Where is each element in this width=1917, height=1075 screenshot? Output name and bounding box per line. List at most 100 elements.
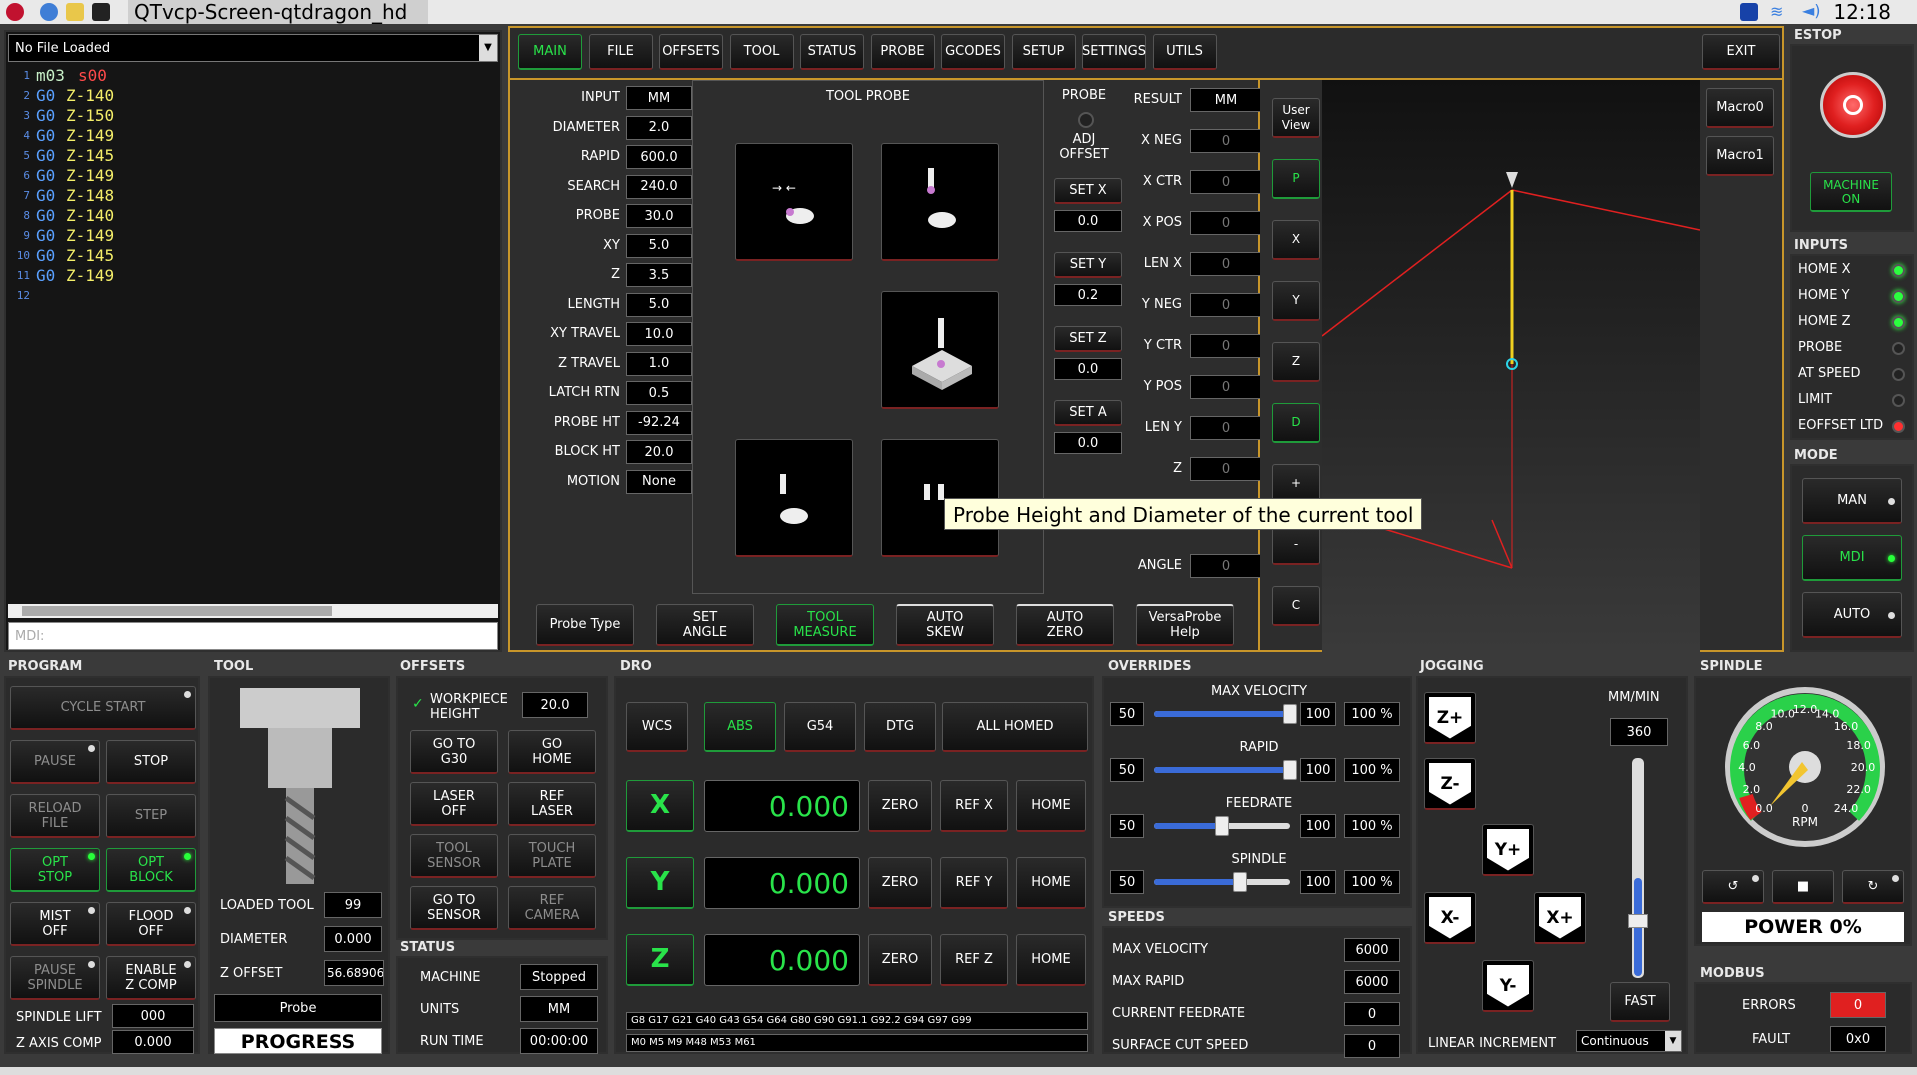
fast-button[interactable]: FAST [1610,982,1670,1022]
chevron-down-icon[interactable]: ▼ [1665,1031,1681,1051]
tab-tool[interactable]: TOOL [729,34,794,70]
gcode-line[interactable]: 2 G0 Z-140 [8,86,498,106]
pause-spindle-button[interactable]: PAUSE SPINDLE [10,956,100,1000]
param-rapid-input[interactable]: 600.0 [626,145,692,169]
increment-select[interactable]: Continuous ▼ [1576,1030,1682,1052]
folder-icon[interactable] [66,3,84,21]
view-z-button[interactable]: Z [1272,342,1320,382]
volume-icon[interactable]: ◄) [1802,1,1821,20]
opt-block-button[interactable]: OPT BLOCK [106,848,196,892]
probe-tile-block[interactable] [881,291,999,409]
axis-y-label[interactable]: Y [626,857,694,909]
cycle-start-button[interactable]: CYCLE START [10,686,196,730]
tab-status[interactable]: STATUS [800,34,864,70]
tool-sensor-button[interactable]: TOOL SENSOR [410,834,498,878]
set-a-button[interactable]: SET A [1054,400,1122,426]
param-xy-input[interactable]: 5.0 [626,233,692,258]
spindle-cw-button[interactable]: ↻ [1842,870,1904,904]
check-icon[interactable]: ✓ [412,696,424,712]
param-diameter-input[interactable]: 2.0 [626,115,692,140]
window-title[interactable]: QTvcp-Screen-qtdragon_hd [128,0,428,24]
gcode-line[interactable]: 3 G0 Z-150 [8,106,498,126]
axis-z-label[interactable]: Z [626,934,694,986]
ref-camera-button[interactable]: REF CAMERA [508,886,596,930]
jog-rate-value[interactable]: 360 [1610,718,1668,746]
g54-button[interactable]: G54 [784,702,856,752]
ref-y-button[interactable]: REF Y [940,857,1008,909]
go-home-button[interactable]: GO HOME [508,730,596,774]
jog-y-plus-button[interactable]: Y+ [1482,824,1534,876]
macro0-button[interactable]: Macro0 [1706,88,1774,128]
wcs-button[interactable]: WCS [626,702,688,752]
param-xy-travel-input[interactable]: 10.0 [626,322,692,346]
param-length-input[interactable]: 5.0 [626,292,692,317]
tab-probe[interactable]: PROBE [870,34,935,70]
set-z-value[interactable]: 0.0 [1054,358,1122,380]
zero-y-button[interactable]: ZERO [868,857,932,909]
set-x-value[interactable]: 0.0 [1054,210,1122,232]
goto-sensor-button[interactable]: GO TO SENSOR [410,886,498,930]
tab-file[interactable]: FILE [588,34,653,70]
spindle-ccw-button[interactable]: ↺ [1702,870,1764,904]
jog-x-plus-button[interactable]: X+ [1534,892,1586,944]
set-z-button[interactable]: SET Z [1054,326,1122,352]
goto-g30-button[interactable]: GO TO G30 [410,730,498,774]
pause-button[interactable]: PAUSE [10,740,100,784]
workpiece-height-value[interactable]: 20.0 [522,692,588,718]
set-y-value[interactable]: 0.2 [1054,284,1122,306]
axis-x-label[interactable]: X [626,780,694,832]
param-latch-rtn-input[interactable]: 0.5 [626,381,692,405]
ref-laser-button[interactable]: REF LASER [508,782,596,826]
laser-off-button[interactable]: LASER OFF [410,782,498,826]
jog-x-minus-button[interactable]: X- [1424,892,1476,944]
horizontal-scrollbar[interactable] [8,604,498,618]
wifi-icon[interactable]: ≋ [1770,2,1783,21]
set-a-value[interactable]: 0.0 [1054,432,1122,454]
jog-z-minus-button[interactable]: Z- [1424,758,1476,810]
preview-3d[interactable] [1321,80,1701,652]
tab-gcodes[interactable]: GCODES [941,34,1005,70]
flood-button[interactable]: FLOOD OFF [106,902,196,946]
probe-auto-skew-button[interactable]: AUTO SKEW [896,604,994,646]
set-y-button[interactable]: SET Y [1054,252,1122,278]
probe-tile-length[interactable] [735,439,853,557]
gcode-line[interactable]: 5 G0 Z-145 [8,146,498,166]
view-x-button[interactable]: X [1272,220,1320,260]
step-button[interactable]: STEP [106,794,196,838]
home-x-button[interactable]: HOME [1016,780,1086,832]
tab-offsets[interactable]: OFFSETS [659,34,723,70]
gcode-line[interactable]: 1 m03 s00 [8,66,498,86]
probe-probe-type-button[interactable]: Probe Type [536,604,634,646]
mode-mdi-button[interactable]: MDI [1802,535,1902,581]
override-rapid-knob[interactable] [1283,760,1297,780]
enable-zcomp-button[interactable]: ENABLE Z COMP [106,956,196,1000]
probe-versaprobe-help-button[interactable]: VersaProbe Help [1136,604,1234,646]
param-block-ht-input[interactable]: 20.0 [626,440,692,464]
override-feedrate-knob[interactable] [1215,816,1229,836]
gcode-line[interactable]: 11 G0 Z-149 [8,266,498,286]
chevron-down-icon[interactable]: ▼ [479,35,497,61]
view-p-button[interactable]: P [1272,159,1320,199]
override-max-velocity-knob[interactable] [1283,704,1297,724]
dtg-button[interactable]: DTG [864,702,936,752]
reload-file-button[interactable]: RELOAD FILE [10,794,100,838]
spindle-lift-value[interactable]: 000 [112,1004,194,1028]
jog-z-plus-button[interactable]: Z+ [1424,692,1476,744]
mist-button[interactable]: MIST OFF [10,902,100,946]
mode-auto-button[interactable]: AUTO [1802,592,1902,638]
probe-set-angle-button[interactable]: SET ANGLE [656,604,754,646]
ref-z-button[interactable]: REF Z [940,934,1008,986]
zero-x-button[interactable]: ZERO [868,780,932,832]
gcode-line[interactable]: 7 G0 Z-148 [8,186,498,206]
tab-utils[interactable]: UTILS [1152,34,1217,70]
vnc-icon[interactable] [1740,3,1758,21]
param-motion-input[interactable]: None [626,469,692,494]
ref-x-button[interactable]: REF X [940,780,1008,832]
probe-tile-xy-center[interactable]: → ← [735,143,853,261]
view-zoom-out-button[interactable]: - [1272,525,1320,565]
macro1-button[interactable]: Macro1 [1706,136,1774,176]
touch-plate-button[interactable]: TOUCH PLATE [508,834,596,878]
estop-button[interactable] [1820,72,1886,138]
gcode-line[interactable]: 4 G0 Z-149 [8,126,498,146]
tab-setup[interactable]: SETUP [1011,34,1076,70]
